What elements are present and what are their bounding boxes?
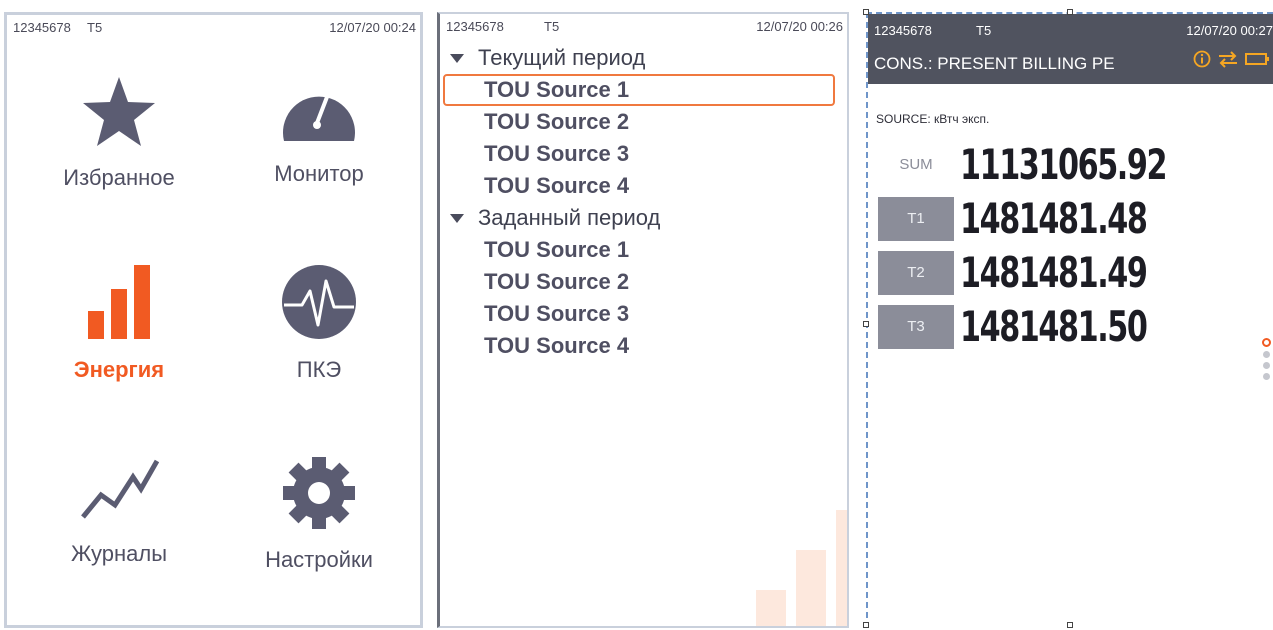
datetime: 12/07/20 00:24 <box>329 20 416 35</box>
row-value: 1481481.48 <box>960 194 1148 243</box>
row-tag: T3 <box>878 304 954 349</box>
watermark-bar <box>756 590 786 626</box>
gauge-icon <box>283 95 355 141</box>
tree-item-set-source-1[interactable]: TOU Source 1 <box>440 234 847 266</box>
selection-handle[interactable] <box>1067 622 1073 628</box>
tile-label: Энергия <box>73 357 165 382</box>
row-value: 11131065.92 <box>960 140 1168 189</box>
page-indicator[interactable] <box>1262 338 1271 380</box>
transfer-arrows-icon <box>1219 51 1237 68</box>
watermark-bar <box>796 550 826 626</box>
tile-journals[interactable]: Журналы <box>19 455 219 567</box>
row-tag: T1 <box>878 196 954 241</box>
tile-label: Монитор <box>274 161 364 186</box>
tile-label: Избранное <box>63 165 175 190</box>
battery-icon <box>1245 53 1269 65</box>
expand-triangle-icon <box>450 213 464 223</box>
tree-item-current-source-2[interactable]: TOU Source 2 <box>440 106 847 138</box>
device-id: 12345678 <box>874 23 932 38</box>
group-label: Текущий период <box>478 45 646 70</box>
tariff-label: T5 <box>87 20 103 35</box>
tariff-label: T5 <box>544 19 560 34</box>
page-dot-active <box>1262 338 1271 347</box>
selection-handle[interactable] <box>863 622 869 628</box>
tile-energy[interactable]: Энергия <box>19 263 219 383</box>
header-bar: 12345678 T5 12/07/20 00:27 CONS.: PRESEN… <box>868 14 1273 84</box>
group-label: Заданный период <box>478 205 661 230</box>
tree-item-current-source-3[interactable]: TOU Source 3 <box>440 138 847 170</box>
status-bar: 12345678 T5 12/07/20 00:26 <box>440 14 847 38</box>
tree-item-set-source-4[interactable]: TOU Source 4 <box>440 330 847 362</box>
device-id: 12345678 <box>13 20 71 35</box>
row-tag: SUM <box>899 156 933 173</box>
pulse-icon <box>282 265 356 339</box>
device-id: 12345678 <box>446 19 504 34</box>
value-row-t2: T2 1481481.49 <box>878 248 1219 297</box>
star-icon <box>83 77 155 146</box>
energy-bars-icon <box>88 265 150 339</box>
datetime: 12/07/20 00:26 <box>756 19 843 34</box>
menu-screen: 12345678 T5 12/07/20 00:24 Избранное Мон… <box>4 12 423 628</box>
group-set-period[interactable]: Заданный период <box>440 202 847 234</box>
tree-item-set-source-2[interactable]: TOU Source 2 <box>440 266 847 298</box>
tree-screen: 12345678 T5 12/07/20 00:26 Текущий перио… <box>437 12 849 628</box>
selection-handle[interactable] <box>863 321 869 327</box>
gear-icon <box>283 457 355 529</box>
tree-item-set-source-3[interactable]: TOU Source 3 <box>440 298 847 330</box>
header-icons <box>1193 50 1269 68</box>
tile-settings[interactable]: Настройки <box>219 455 419 573</box>
tile-label: Журналы <box>70 541 168 566</box>
page-dot <box>1263 362 1270 369</box>
value-row-t3: T3 1481481.50 <box>878 302 1219 351</box>
tile-label: Настройки <box>265 547 373 572</box>
trend-line-icon <box>81 459 159 519</box>
row-value: 1481481.50 <box>960 302 1148 351</box>
datetime: 12/07/20 00:27 <box>1186 23 1273 38</box>
selection-handle[interactable] <box>1067 9 1073 15</box>
tree-item-current-source-1[interactable]: TOU Source 1 <box>443 74 835 106</box>
row-tag: T2 <box>878 250 954 295</box>
tile-label: ПКЭ <box>296 357 342 382</box>
tree-item-current-source-4[interactable]: TOU Source 4 <box>440 170 847 202</box>
selection-handle[interactable] <box>863 9 869 15</box>
status-bar: 12345678 T5 12/07/20 00:24 <box>7 15 420 39</box>
row-value: 1481481.49 <box>960 248 1148 297</box>
tariff-label: T5 <box>976 23 992 38</box>
group-current-period[interactable]: Текущий период <box>440 42 847 74</box>
info-icon[interactable] <box>1193 50 1211 68</box>
watermark-bar <box>836 510 847 626</box>
value-row-sum: SUM 11131065.92 <box>878 140 1246 189</box>
tile-favorites[interactable]: Избранное <box>19 75 219 191</box>
value-row-t1: T1 1481481.48 <box>878 194 1219 243</box>
page-dot <box>1263 351 1270 358</box>
page-dot <box>1263 373 1270 380</box>
source-label: SOURCE: кВтч эксп. <box>876 112 990 126</box>
period-tree: Текущий период TOU Source 1 TOU Source 2… <box>440 42 847 362</box>
tile-monitor[interactable]: Монитор <box>219 75 419 187</box>
expand-triangle-icon <box>450 53 464 63</box>
consumption-screen: 12345678 T5 12/07/20 00:27 CONS.: PRESEN… <box>866 12 1273 628</box>
screen-title: CONS.: PRESENT BILLING PE <box>874 54 1115 73</box>
tile-pke[interactable]: ПКЭ <box>219 263 419 383</box>
